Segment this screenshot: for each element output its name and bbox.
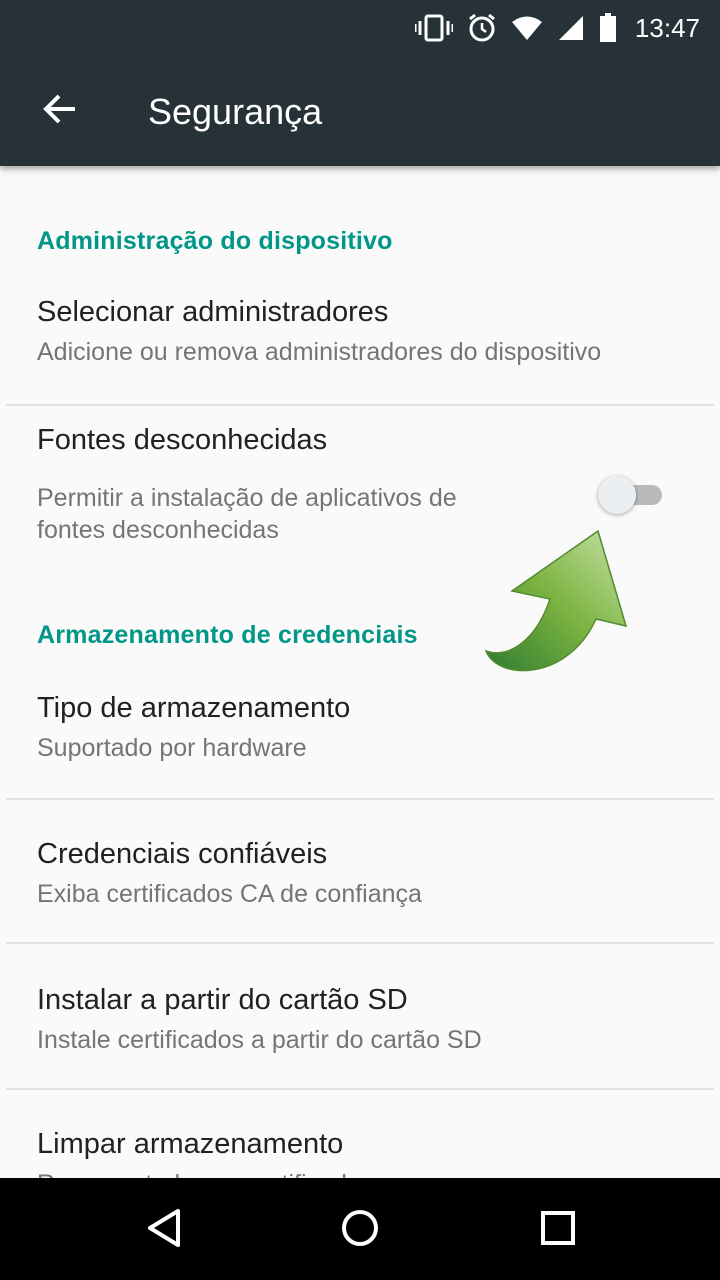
pref-summary: Suportado por hardware: [37, 734, 307, 762]
back-button[interactable]: [30, 83, 90, 139]
app-bar: Segurança: [0, 56, 720, 166]
pref-select-admins[interactable]: Selecionar administradores Adicione ou r…: [0, 278, 720, 404]
status-time: 13:47: [634, 12, 700, 43]
pref-summary: Instale certificados a partir do cartão …: [37, 1026, 482, 1054]
pref-trusted-credentials[interactable]: Credenciais confiáveis Exiba certificado…: [0, 800, 720, 942]
pref-storage-type[interactable]: Tipo de armazenamento Suportado por hard…: [0, 674, 720, 798]
unknown-sources-switch[interactable]: [598, 476, 664, 514]
home-circle-icon: [340, 1208, 380, 1253]
switch-thumb: [598, 476, 636, 514]
pref-title: Fontes desconhecidas: [37, 424, 328, 456]
wifi-icon: [511, 15, 543, 41]
nav-back-button[interactable]: [136, 1202, 192, 1258]
pref-summary-line2: fontes desconhecidas: [37, 516, 279, 544]
pref-title: Tipo de armazenamento: [37, 692, 351, 724]
vibrate-icon: [414, 13, 453, 43]
battery-icon: [599, 13, 617, 43]
pref-title: Instalar a partir do cartão SD: [37, 984, 408, 1016]
settings-list[interactable]: Administração do dispositivo Selecionar …: [0, 166, 720, 1178]
alarm-icon: [467, 13, 497, 43]
pref-install-from-sd[interactable]: Instalar a partir do cartão SD Instale c…: [0, 944, 720, 1088]
pref-summary-line1: Permitir a instalação de aplicativos de: [37, 484, 457, 512]
green-arrow-icon: [484, 529, 628, 672]
status-bar: 13:47: [0, 0, 720, 56]
pref-summary: Remover todos os certificados: [37, 1168, 373, 1178]
pref-title: Credenciais confiáveis: [37, 838, 328, 870]
back-triangle-icon: [146, 1208, 182, 1253]
navigation-bar: [0, 1178, 720, 1280]
pref-title: Selecionar administradores: [37, 296, 389, 328]
nav-home-button[interactable]: [332, 1202, 388, 1258]
section-header-device-admin: Administração do dispositivo: [37, 227, 393, 255]
pref-summary: Exiba certificados CA de confiança: [37, 880, 422, 908]
pref-title: Limpar armazenamento: [37, 1128, 344, 1160]
recents-square-icon: [540, 1210, 576, 1251]
nav-recents-button[interactable]: [530, 1202, 586, 1258]
page-title: Segurança: [148, 91, 323, 132]
section-header-credential-storage: Armazenamento de credenciais: [37, 621, 418, 649]
pref-summary: Adicione ou remova administradores do di…: [37, 338, 602, 366]
pref-clear-storage[interactable]: Limpar armazenamento Remover todos os ce…: [0, 1090, 720, 1178]
arrow-back-icon: [43, 94, 77, 129]
signal-icon: [557, 14, 585, 42]
